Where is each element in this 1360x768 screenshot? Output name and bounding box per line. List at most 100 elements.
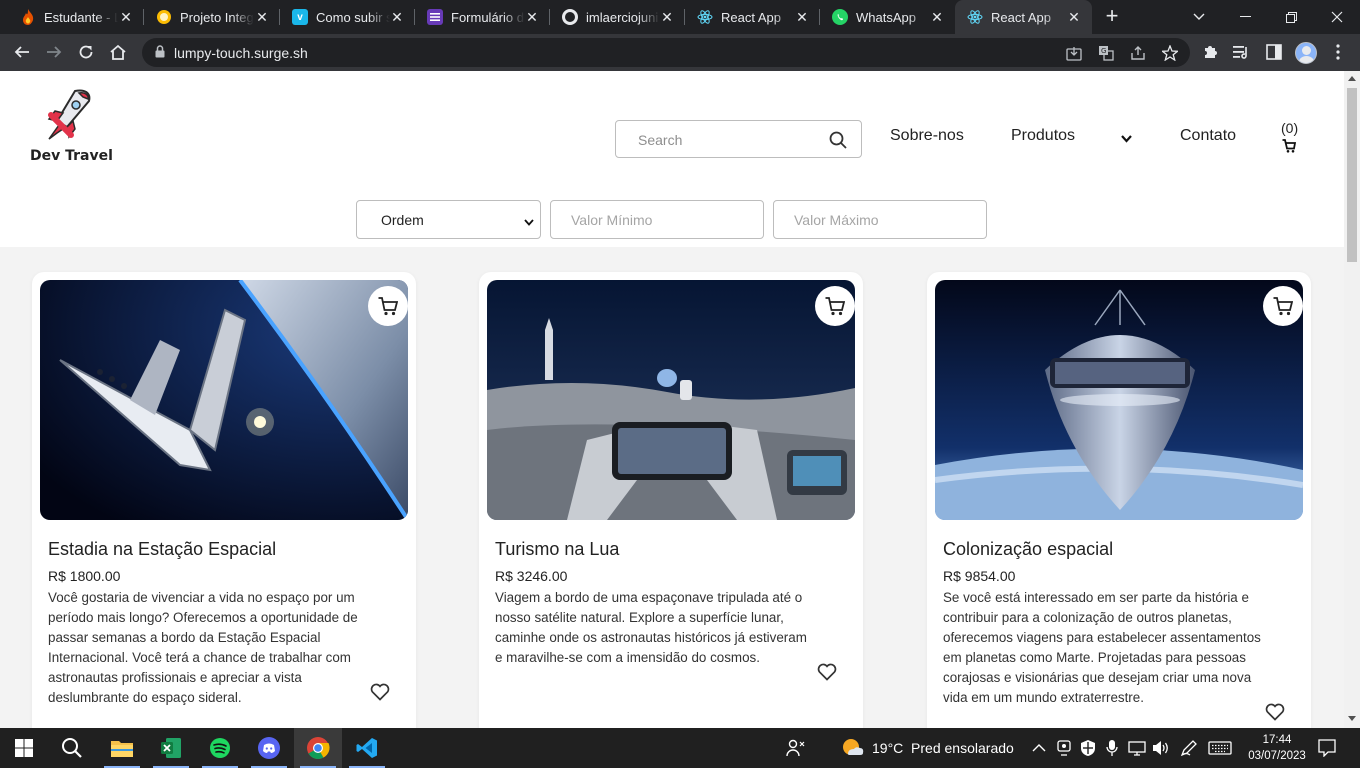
vscode-icon[interactable] <box>343 728 391 768</box>
lock-icon[interactable] <box>155 45 165 63</box>
close-icon[interactable]: ✕ <box>1066 9 1082 25</box>
nav-dropdown-products[interactable]: Produtos <box>1011 127 1075 145</box>
discord-icon[interactable] <box>245 728 293 768</box>
favorite-heart-icon[interactable] <box>370 683 390 706</box>
browser-tab[interactable]: Formulário d ✕ <box>415 0 550 34</box>
page-scrollbar[interactable] <box>1344 71 1360 728</box>
cart-icon[interactable] <box>1282 139 1297 158</box>
tab-title: Como subir s <box>316 9 390 25</box>
notifications-icon[interactable] <box>1318 728 1336 768</box>
scroll-down-arrow-icon[interactable] <box>1348 716 1356 721</box>
github-icon <box>562 9 578 25</box>
search-icon[interactable] <box>829 131 847 154</box>
logo-text[interactable]: Dev Travel <box>30 148 113 164</box>
address-bar[interactable]: lumpy-touch.surge.sh G <box>142 38 1190 67</box>
close-icon[interactable]: ✕ <box>794 9 810 25</box>
tab-title: React App <box>991 9 1051 25</box>
browser-tab[interactable]: Estudante - L ✕ <box>8 0 144 34</box>
spotify-icon[interactable] <box>196 728 244 768</box>
nav-link-about[interactable]: Sobre-nos <box>890 127 964 145</box>
taskbar-clock[interactable]: 17:44 03/07/2023 <box>1248 732 1306 764</box>
add-to-cart-button[interactable] <box>1263 286 1303 326</box>
start-icon[interactable] <box>0 728 48 768</box>
close-icon[interactable]: ✕ <box>118 9 134 25</box>
browser-tab[interactable]: React App ✕ <box>685 0 820 34</box>
defender-shield-icon[interactable] <box>1080 728 1096 768</box>
excel-icon[interactable] <box>147 728 195 768</box>
browser-tab[interactable]: Projeto Integ ✕ <box>144 0 280 34</box>
close-window-button[interactable] <box>1314 0 1360 34</box>
min-value-input[interactable]: Valor Mínimo <box>550 200 764 239</box>
file-explorer-icon[interactable] <box>98 728 146 768</box>
chevron-down-icon[interactable] <box>1121 130 1132 148</box>
side-panel-icon[interactable] <box>1262 40 1286 64</box>
order-select-value: Ordem <box>381 212 424 228</box>
forms-icon <box>427 9 443 25</box>
kebab-menu-icon[interactable] <box>1326 40 1350 64</box>
show-hidden-icons-chevron-icon[interactable] <box>1032 728 1046 768</box>
cart-count[interactable]: (0) <box>1281 120 1298 136</box>
url-text: lumpy-touch.surge.sh <box>174 45 308 61</box>
rocket-logo-icon[interactable] <box>45 87 93 143</box>
product-card: Turismo na Lua R$ 3246.00 Viagem a bordo… <box>479 272 863 728</box>
scroll-up-arrow-icon[interactable] <box>1348 76 1356 81</box>
minimize-button[interactable] <box>1222 0 1268 34</box>
translate-icon[interactable]: G <box>1096 43 1116 63</box>
close-icon[interactable]: ✕ <box>524 9 540 25</box>
close-icon[interactable]: ✕ <box>254 9 270 25</box>
restore-button[interactable] <box>1268 0 1314 34</box>
share-icon[interactable] <box>1128 43 1148 63</box>
tab-title: WhatsApp <box>856 9 916 25</box>
network-icon[interactable] <box>1128 728 1146 768</box>
favorite-heart-icon[interactable] <box>1265 703 1285 726</box>
favorite-heart-icon[interactable] <box>817 663 837 686</box>
product-image-space-colonization <box>935 280 1303 520</box>
profile-avatar[interactable] <box>1295 42 1317 64</box>
touch-keyboard-icon[interactable] <box>1208 728 1232 768</box>
people-icon[interactable] <box>786 728 806 768</box>
browser-tab-active[interactable]: React App ✕ <box>955 0 1092 34</box>
back-button[interactable] <box>10 40 34 64</box>
whatsapp-icon <box>832 9 848 25</box>
webcam-icon[interactable] <box>1057 728 1071 768</box>
react-icon <box>697 9 713 25</box>
search-input[interactable]: Search <box>615 120 862 158</box>
windows-taskbar: 19°C Pred ensolarado 17:44 03/07/2023 <box>0 728 1360 768</box>
bookmark-star-icon[interactable] <box>1160 43 1180 63</box>
nav-link-contact[interactable]: Contato <box>1180 127 1236 145</box>
extensions-icon[interactable] <box>1198 40 1222 64</box>
chrome-icon[interactable] <box>294 728 342 768</box>
search-icon[interactable] <box>48 728 96 768</box>
reload-button[interactable] <box>74 40 98 64</box>
tab-title: Projeto Integ <box>180 9 254 25</box>
pen-icon[interactable] <box>1180 728 1198 768</box>
max-value-placeholder: Valor Máximo <box>794 212 879 228</box>
react-icon <box>967 9 983 25</box>
vimeo-icon: v <box>292 9 308 25</box>
close-icon[interactable]: ✕ <box>659 9 675 25</box>
tab-search-icon[interactable] <box>1176 0 1222 34</box>
browser-tab[interactable]: WhatsApp ✕ <box>820 0 955 34</box>
clock-time: 17:44 <box>1262 734 1292 746</box>
filter-bar: Ordem Valor Mínimo Valor Máximo <box>0 183 1344 247</box>
new-tab-button[interactable]: + <box>1101 5 1123 28</box>
product-description: Você gostaria de vivenciar a vida no esp… <box>48 590 358 705</box>
browser-tab[interactable]: v Como subir s ✕ <box>280 0 415 34</box>
install-app-icon[interactable] <box>1064 43 1084 63</box>
order-select[interactable]: Ordem <box>356 200 541 239</box>
media-control-icon[interactable] <box>1230 40 1254 64</box>
max-value-input[interactable]: Valor Máximo <box>773 200 987 239</box>
forward-button[interactable] <box>42 40 66 64</box>
weather-widget[interactable]: 19°C Pred ensolarado <box>842 728 1014 768</box>
add-to-cart-button[interactable] <box>815 286 855 326</box>
scrollbar-thumb[interactable] <box>1347 88 1357 262</box>
browser-tab[interactable]: imlaerciojuni ✕ <box>550 0 685 34</box>
volume-icon[interactable] <box>1152 728 1170 768</box>
fire-icon <box>20 9 36 25</box>
home-button[interactable] <box>106 40 130 64</box>
microphone-icon[interactable] <box>1106 728 1118 768</box>
close-icon[interactable]: ✕ <box>389 9 405 25</box>
weather-text: 19°C Pred ensolarado <box>872 740 1014 756</box>
add-to-cart-button[interactable] <box>368 286 408 326</box>
close-icon[interactable]: ✕ <box>929 9 945 25</box>
